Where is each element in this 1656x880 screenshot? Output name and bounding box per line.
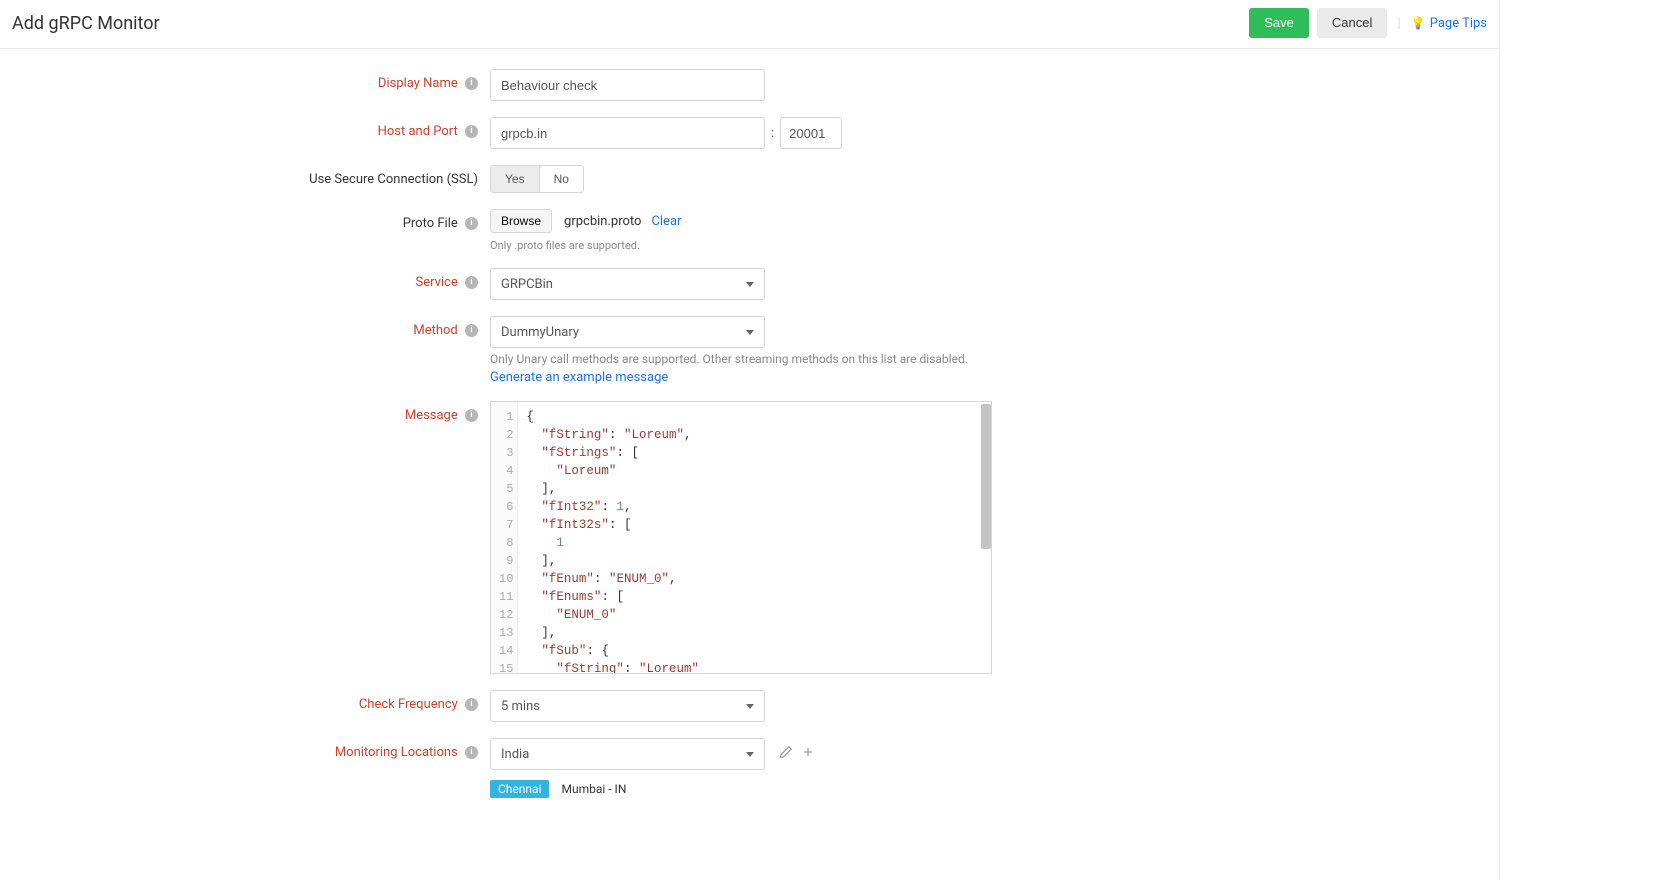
page-tips-label: Page Tips xyxy=(1430,16,1487,31)
form: Display Name i Host and Port i : xyxy=(0,49,1499,854)
info-icon[interactable]: i xyxy=(465,217,478,230)
info-icon[interactable]: i xyxy=(465,746,478,759)
display-name-input[interactable] xyxy=(490,69,765,101)
service-value: GRPCBin xyxy=(501,277,553,292)
info-icon[interactable]: i xyxy=(465,77,478,90)
header: Add gRPC Monitor Save Cancel | 💡 Page Ti… xyxy=(0,0,1499,49)
editor-code[interactable]: { "fString": "Loreum", "fStrings": [ "Lo… xyxy=(518,402,991,673)
save-button[interactable]: Save xyxy=(1249,8,1309,38)
label-method: Method i xyxy=(0,316,490,338)
service-select[interactable]: GRPCBin xyxy=(490,268,765,300)
info-icon[interactable]: i xyxy=(465,324,478,337)
label-host-port: Host and Port i xyxy=(0,117,490,139)
chip-chennai[interactable]: Chennai xyxy=(490,780,549,798)
info-icon[interactable]: i xyxy=(465,698,478,711)
scrollbar-thumb[interactable] xyxy=(981,404,991,549)
check-frequency-value: 5 mins xyxy=(501,699,540,714)
header-actions: Save Cancel | 💡 Page Tips xyxy=(1249,8,1487,38)
clear-link[interactable]: Clear xyxy=(651,214,681,229)
host-input[interactable] xyxy=(490,117,765,149)
location-chips: Chennai Mumbai - IN xyxy=(490,780,634,798)
page-tips-link[interactable]: 💡 Page Tips xyxy=(1411,16,1487,31)
label-ssl: Use Secure Connection (SSL) xyxy=(0,165,490,187)
add-icon[interactable] xyxy=(801,745,815,763)
monitoring-locations-select[interactable]: India xyxy=(490,738,765,770)
ssl-toggle: Yes No xyxy=(490,165,584,193)
method-select[interactable]: DummyUnary xyxy=(490,316,765,348)
label-monitoring-locations: Monitoring Locations i xyxy=(0,738,490,760)
check-frequency-select[interactable]: 5 mins xyxy=(490,690,765,722)
info-icon[interactable]: i xyxy=(465,125,478,138)
chevron-down-icon xyxy=(746,330,754,335)
label-service: Service i xyxy=(0,268,490,290)
chip-mumbai[interactable]: Mumbai - IN xyxy=(553,780,634,798)
editor-gutter: 123456789101112131415 xyxy=(491,402,518,673)
label-message: Message i xyxy=(0,401,490,423)
method-hint: Only Unary call methods are supported. O… xyxy=(490,352,968,366)
chevron-down-icon xyxy=(746,282,754,287)
edit-icon[interactable] xyxy=(779,745,793,763)
bulb-icon: 💡 xyxy=(1411,16,1426,30)
port-input[interactable] xyxy=(780,117,842,149)
info-icon[interactable]: i xyxy=(465,409,478,422)
monitoring-locations-value: India xyxy=(501,747,529,762)
label-proto-file: Proto File i xyxy=(0,209,490,231)
generate-example-link[interactable]: Generate an example message xyxy=(490,370,668,385)
ssl-yes-button[interactable]: Yes xyxy=(491,166,540,192)
chevron-down-icon xyxy=(746,752,754,757)
browse-button[interactable]: Browse xyxy=(490,209,552,233)
message-editor[interactable]: 123456789101112131415 { "fString": "Lore… xyxy=(490,401,992,674)
label-display-name: Display Name i xyxy=(0,69,490,91)
method-value: DummyUnary xyxy=(501,325,579,340)
cancel-button[interactable]: Cancel xyxy=(1317,8,1387,38)
divider: | xyxy=(1395,15,1402,31)
chevron-down-icon xyxy=(746,704,754,709)
proto-hint: Only .proto files are supported. xyxy=(490,239,640,252)
info-icon[interactable]: i xyxy=(465,276,478,289)
colon: : xyxy=(771,126,774,141)
ssl-no-button[interactable]: No xyxy=(540,166,583,192)
page-title: Add gRPC Monitor xyxy=(12,13,160,34)
label-check-frequency: Check Frequency i xyxy=(0,690,490,712)
proto-filename: grpcbin.proto xyxy=(564,214,641,229)
